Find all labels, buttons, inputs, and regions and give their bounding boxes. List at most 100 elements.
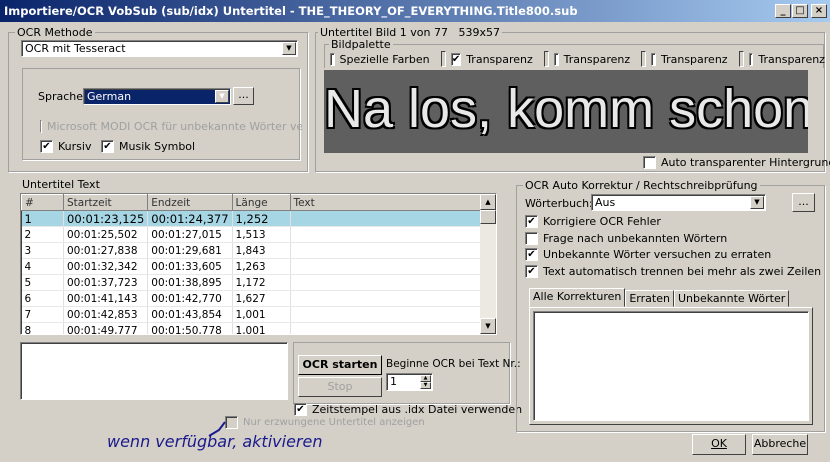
table-cell: 1,513 <box>232 226 291 243</box>
dictionary-more-button[interactable]: ... <box>792 193 815 212</box>
subtitle-table: # Startzeit Endzeit Länge Text 1 00:01:23… <box>20 193 497 335</box>
table-cell: 00:01:38,895 <box>147 274 233 291</box>
transparency-checkbox[interactable]: ✔ <box>450 52 462 66</box>
forced-only-checkbox[interactable]: Nur erzwungene Untertitel anzeigen <box>225 416 425 429</box>
timestamps-label: Zeitstempel aus .idx Datei verwenden <box>312 403 523 416</box>
modi-label: Microsoft MODI OCR für unbekannte Wörter… <box>47 120 302 133</box>
table-cell: 00:01:29,681 <box>147 242 233 259</box>
spin-down-icon[interactable]: ▼ <box>420 382 431 389</box>
music-label: Musik Symbol <box>119 140 196 153</box>
table-cell: 1,843 <box>232 242 291 259</box>
ocr-start-button[interactable]: OCR starten <box>298 355 382 375</box>
table-cell: 3 <box>21 242 64 259</box>
col-number[interactable]: # <box>21 194 64 211</box>
table-cell: 00:01:42,770 <box>147 290 233 307</box>
table-row[interactable]: 2 00:01:25,502 00:01:27,015 1,513 <box>21 226 482 243</box>
subtitle-list-label: Untertitel Text <box>22 178 100 191</box>
dictionary-select[interactable]: Aus ▼ <box>591 194 766 211</box>
autocorrect-option-checkbox[interactable]: ✔ Korrigiere OCR Fehler <box>525 215 661 228</box>
modi-checkbox[interactable]: Microsoft MODI OCR für unbekannte Wörter… <box>40 120 302 133</box>
col-length[interactable]: Länge <box>231 194 291 211</box>
check-icon: ✔ <box>101 140 114 153</box>
table-cell: 2 <box>21 226 64 243</box>
autocorrect-option-label: Korrigiere OCR Fehler <box>543 215 661 228</box>
color-swatch[interactable] <box>440 51 446 67</box>
autocorrect-option-checkbox[interactable]: ✔ Text automatisch trennen bei mehr als z… <box>525 265 822 279</box>
cancel-button[interactable]: Abbreche <box>752 434 808 455</box>
scrollbar[interactable]: ▲ ▼ <box>480 194 496 334</box>
auto-transparent-checkbox[interactable]: Auto transparenter Hintergrund <box>643 156 830 169</box>
autocorrect-option-checkbox[interactable]: Frage nach unbekannten Wörtern <box>525 231 727 245</box>
color-swatch[interactable] <box>641 51 647 67</box>
ocr-output-textbox[interactable] <box>20 342 288 400</box>
check-icon: ✔ <box>525 265 538 279</box>
autocorrect-label: OCR Auto Korrektur / Rechtschreibprüfung <box>523 179 760 192</box>
table-cell <box>290 242 482 259</box>
tab-panel <box>529 307 813 425</box>
transparency-label: Transparenz <box>758 52 825 66</box>
title-bar: Importiere/OCR VobSub (sub/idx) Untertit… <box>0 0 830 22</box>
ok-button[interactable]: OK <box>692 434 746 455</box>
col-end[interactable]: Endzeit <box>147 194 233 211</box>
table-cell <box>290 322 482 334</box>
timestamps-checkbox[interactable]: ✔ Zeitstempel aus .idx Datei verwenden <box>294 403 522 416</box>
subtitle-image: Na los, komm schon! <box>324 70 808 153</box>
transparency-checkbox[interactable] <box>651 52 656 66</box>
table-cell <box>290 258 482 275</box>
col-start[interactable]: Startzeit <box>62 194 149 211</box>
auto-transparent-label: Auto transparenter Hintergrund <box>661 156 830 169</box>
scroll-thumb[interactable] <box>480 210 496 224</box>
forced-only-label: Nur erzwungene Untertitel anzeigen <box>243 417 425 428</box>
chevron-down-icon: ▼ <box>215 90 229 103</box>
tab-guessed[interactable]: Erraten <box>625 290 674 307</box>
dictionary-label: Wörterbuch: <box>525 197 593 210</box>
scroll-down-icon[interactable]: ▼ <box>480 318 496 334</box>
color-swatch[interactable] <box>543 51 550 67</box>
ocr-method-select[interactable]: OCR mit Tesseract ▼ <box>21 40 298 57</box>
scroll-up-icon[interactable]: ▲ <box>480 194 496 210</box>
begin-value: 1 <box>390 375 397 388</box>
corrections-list[interactable] <box>533 311 809 421</box>
minimize-button[interactable]: _ <box>775 4 791 18</box>
table-cell: 1,627 <box>232 290 291 307</box>
table-cell: 4 <box>21 258 64 275</box>
close-button[interactable]: × <box>811 4 827 18</box>
tab-unknown-words[interactable]: Unbekannte Wörter <box>673 290 790 307</box>
table-row[interactable]: 5 00:01:37,723 00:01:38,895 1,172 <box>21 274 482 291</box>
table-cell: 1 <box>21 210 64 227</box>
music-checkbox[interactable]: ✔ Musik Symbol <box>101 140 195 153</box>
transparency-checkbox[interactable] <box>554 52 559 66</box>
transparency-checkbox[interactable] <box>748 52 754 66</box>
italic-label: Kursiv <box>58 140 92 153</box>
table-row[interactable]: 7 00:01:42,853 00:01:43,854 1,001 <box>21 306 482 323</box>
maximize-button[interactable]: □ <box>792 4 808 18</box>
table-row[interactable]: 4 00:01:32,342 00:01:33,605 1,263 <box>21 258 482 275</box>
table-cell: 00:01:33,605 <box>147 258 233 275</box>
table-cell: 7 <box>21 306 64 323</box>
table-cell: 1,001 <box>232 306 291 323</box>
table-cell: 00:01:24,377 <box>147 210 233 227</box>
table-cell: 00:01:25,502 <box>63 226 149 243</box>
language-more-button[interactable]: ... <box>233 87 254 105</box>
check-icon: ✔ <box>525 248 538 262</box>
special-colors-label: Spezielle Farben <box>339 52 430 66</box>
special-colors-checkbox[interactable] <box>330 52 335 66</box>
ocr-stop-button[interactable]: Stop <box>298 377 382 397</box>
begin-number-spinner[interactable]: 1 ▲ ▼ <box>386 373 433 391</box>
table-row[interactable]: 8 00:01:49,777 00:01:50,778 1,001 <box>21 322 482 334</box>
table-cell: 00:01:23,125 <box>63 210 149 227</box>
tab-all-corrections[interactable]: Alle Korrekturen <box>529 288 626 307</box>
table-row[interactable]: 6 00:01:41,143 00:01:42,770 1,627 <box>21 290 482 307</box>
table-cell: 00:01:32,342 <box>63 258 149 275</box>
color-swatch[interactable] <box>738 51 744 67</box>
language-select[interactable]: German ▼ <box>83 88 231 105</box>
table-row[interactable]: 3 00:01:27,838 00:01:29,681 1,843 <box>21 242 482 259</box>
autocorrect-option-label: Text automatisch trennen bei mehr als zw… <box>543 265 822 279</box>
table-row[interactable]: 1 00:01:23,125 00:01:24,377 1,252 <box>21 210 482 227</box>
table-cell: 1,252 <box>232 210 291 227</box>
spin-up-icon[interactable]: ▲ <box>420 375 431 382</box>
col-text[interactable]: Text <box>289 194 482 211</box>
autocorrect-option-checkbox[interactable]: ✔ Unbekannte Wörter versuchen zu erraten <box>525 248 771 262</box>
begin-label: Beginne OCR bei Text Nr.: <box>386 358 521 370</box>
italic-checkbox[interactable]: ✔ Kursiv <box>40 140 91 153</box>
